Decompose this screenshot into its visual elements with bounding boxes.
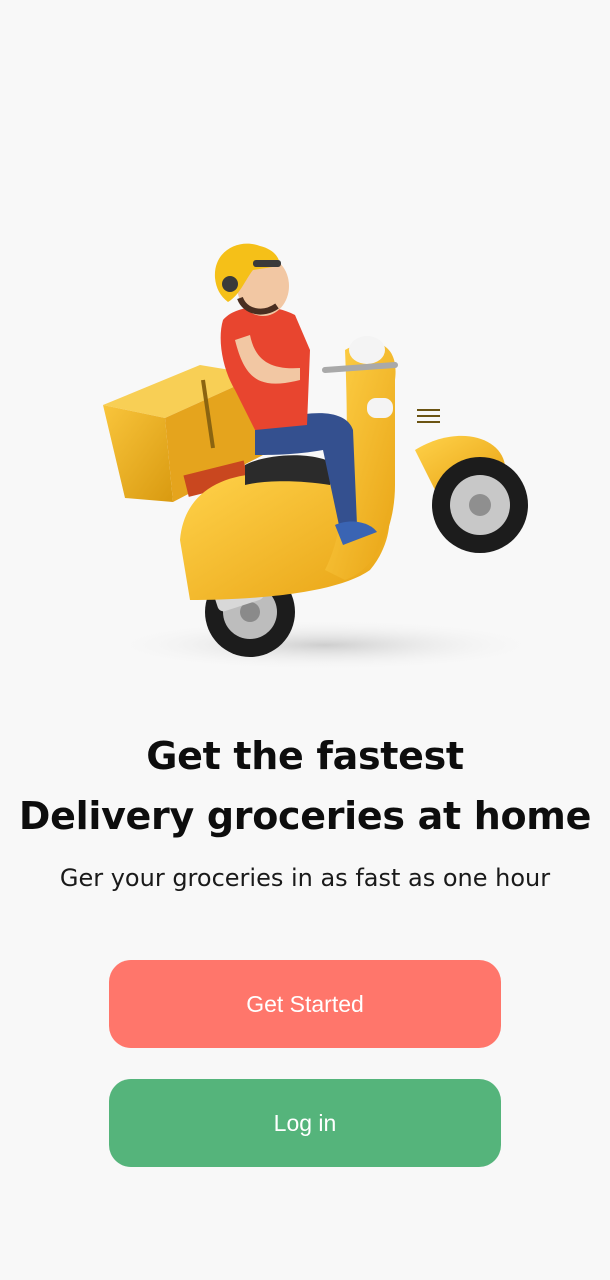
- headline-line-2: Delivery groceries at home: [18, 794, 592, 838]
- subtitle: Ger your groceries in as fast as one hou…: [59, 864, 551, 892]
- scooter-rider-image: [103, 243, 545, 671]
- front-wheel: [432, 457, 528, 553]
- delivery-illustration: [95, 240, 545, 680]
- login-button[interactable]: Log in: [109, 1079, 501, 1167]
- onboarding-screen: Get the fastest Delivery groceries at ho…: [0, 0, 610, 1280]
- get-started-button[interactable]: Get Started: [109, 960, 501, 1048]
- headline: Get the fastest Delivery groceries at ho…: [0, 726, 610, 846]
- headline-line-1: Get the fastest: [146, 734, 464, 778]
